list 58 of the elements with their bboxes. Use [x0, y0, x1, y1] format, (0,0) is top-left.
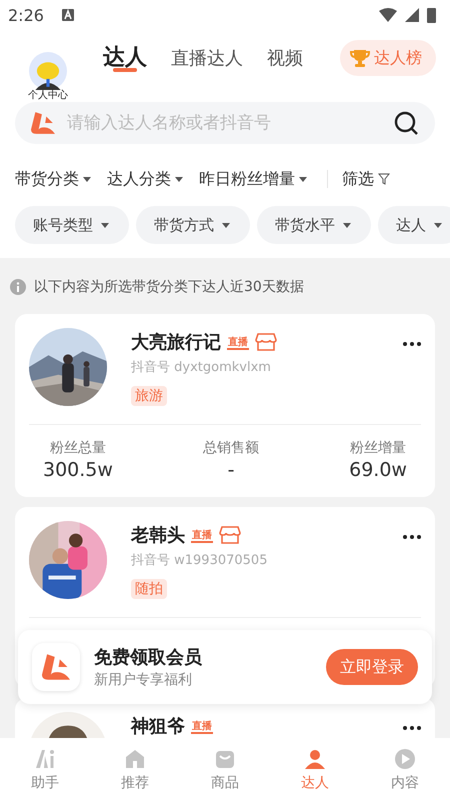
filter-button[interactable]: 筛选	[342, 168, 390, 190]
notice-text: 以下内容为所选带货分类下达人近30天数据	[34, 278, 304, 296]
caret-icon	[101, 222, 109, 228]
stat-label: 总销售额	[203, 439, 260, 457]
promo-title: 免费领取会员	[94, 646, 203, 669]
caret-icon	[222, 222, 230, 228]
account-id: 抖音号 dyxtgomkvlxm	[131, 359, 272, 376]
status-time: 2:26	[8, 6, 44, 24]
filter-chip[interactable]: 带货水平	[257, 206, 371, 244]
filter-chip[interactable]: 账号类型	[15, 206, 129, 244]
stat-label: 粉丝总量	[50, 439, 106, 457]
account-id: 抖音号 w1993070505	[131, 552, 268, 569]
nav-item[interactable]: 推荐	[100, 745, 170, 793]
search-icon[interactable]	[393, 110, 419, 136]
live-badge: 直播	[191, 527, 213, 543]
tab[interactable]: 达人	[103, 30, 147, 74]
search-input[interactable]: 请输入达人名称或者抖音号	[65, 112, 383, 134]
category-tag: 旅游	[131, 386, 167, 406]
influencer-name: 老韩头	[131, 524, 185, 547]
filter-chip[interactable]: 带货方式	[136, 206, 250, 244]
influencer-name: 神狙爷	[131, 715, 185, 738]
filter-chip[interactable]: 达人	[378, 206, 450, 244]
signal-icon	[405, 8, 419, 22]
caret-icon	[175, 176, 183, 182]
stat-value: -	[228, 459, 234, 481]
filter-dropdown[interactable]: 昨日粉丝增量	[199, 168, 307, 190]
influencer-card[interactable]: 大亮旅行记 直播 抖音号 dyxtgomkvlxm 旅游 粉丝总量 300.5w 总销售额 - 粉丝增量 69.0w	[15, 314, 435, 497]
play-icon	[392, 746, 418, 772]
filter-dropdown[interactable]: 带货分类	[15, 168, 91, 190]
live-badge: 直播	[227, 334, 249, 350]
live-badge: 直播	[191, 718, 213, 734]
stat-label: 粉丝增量	[350, 439, 406, 457]
promo-subtitle: 新用户专享福利	[94, 671, 193, 689]
search-field[interactable]: 请输入达人名称或者抖音号	[15, 102, 435, 144]
nav-item[interactable]: 助手	[10, 745, 80, 793]
filter-icon	[378, 173, 390, 185]
avatar[interactable]	[29, 52, 67, 90]
tab[interactable]: 直播达人	[171, 30, 243, 74]
battery-icon	[427, 7, 436, 23]
tab[interactable]: 视频	[267, 30, 303, 74]
caret-icon	[343, 222, 351, 228]
caret-icon	[83, 176, 91, 182]
category-tag: 随拍	[131, 579, 167, 599]
caret-icon	[434, 222, 442, 228]
wifi-icon	[379, 8, 397, 22]
stat-value: 69.0w	[349, 459, 407, 481]
avatar-label[interactable]: 个人中心	[25, 90, 71, 102]
nav-item[interactable]: 内容	[370, 745, 440, 793]
stat-value: 300.5w	[43, 459, 113, 481]
info-icon	[10, 279, 26, 295]
caret-icon	[299, 176, 307, 182]
filter-dropdown[interactable]: 达人分类	[107, 168, 183, 190]
logo-icon	[31, 112, 55, 134]
app-logo-icon	[32, 643, 80, 691]
nav-item[interactable]: 商品	[190, 745, 260, 793]
influencer-name: 大亮旅行记	[131, 331, 221, 354]
trophy-icon	[350, 48, 370, 68]
notification-icon	[62, 9, 74, 21]
